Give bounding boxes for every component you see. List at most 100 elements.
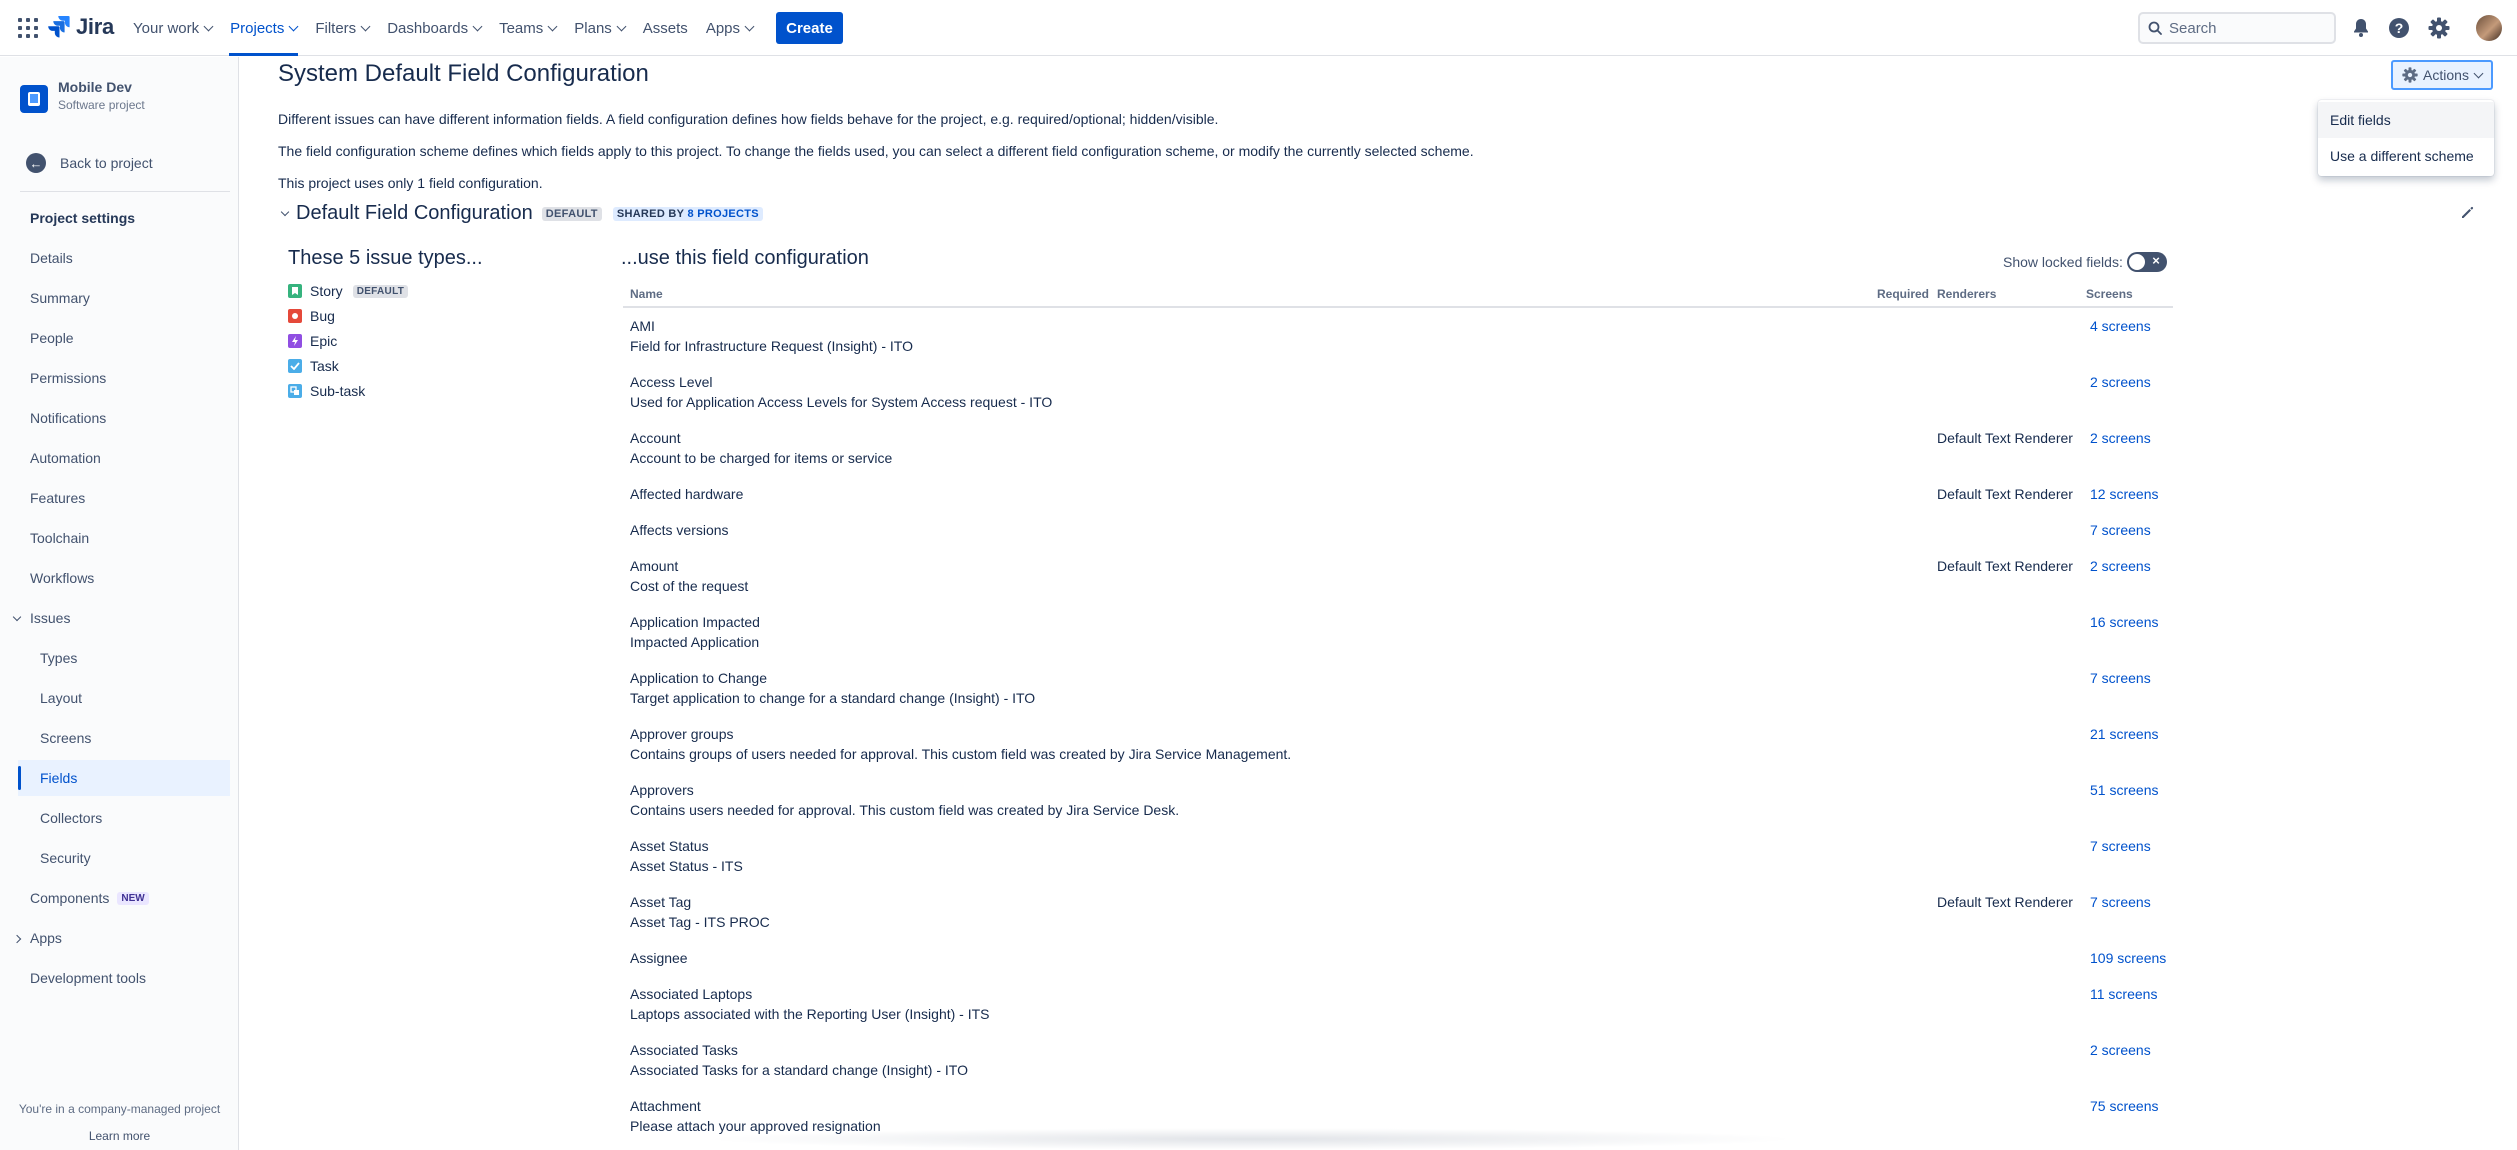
learn-more-link[interactable]: Learn more: [0, 1129, 239, 1143]
settings-gear-icon[interactable]: [2427, 16, 2451, 40]
description-paragraph: The field configuration scheme defines w…: [278, 143, 1474, 159]
sidebar-divider: [20, 191, 230, 192]
field-screens-link[interactable]: 12 screens: [2090, 486, 2158, 502]
field-name: Application to Change: [630, 670, 767, 686]
field-name: Asset Tag: [630, 894, 692, 910]
field-name: Approver groups: [630, 726, 734, 742]
column-header-name: Name: [630, 287, 663, 301]
field-renderer: Default Text Renderer: [1937, 430, 2073, 446]
sidebar-item-components[interactable]: Components NEW: [18, 880, 230, 916]
sidebar-item-summary[interactable]: Summary: [18, 280, 230, 316]
nav-apps[interactable]: Apps: [697, 0, 762, 56]
chevron-down-icon: [360, 21, 371, 31]
create-button[interactable]: Create: [776, 12, 843, 44]
field-screens-link[interactable]: 7 screens: [2090, 670, 2151, 686]
default-lozenge: DEFAULT: [352, 284, 409, 298]
field-screens-link[interactable]: 2 screens: [2090, 558, 2151, 574]
sidebar-item-development-tools[interactable]: Development tools: [18, 960, 230, 996]
sidebar-item-collectors[interactable]: Collectors: [18, 800, 230, 836]
chevron-down-icon: [616, 21, 627, 31]
scroll-fade-shadow: [700, 1128, 1800, 1150]
sidebar-item-workflows[interactable]: Workflows: [18, 560, 230, 596]
field-screens-link[interactable]: 2 screens: [2090, 374, 2151, 390]
back-to-project-link[interactable]: ← Back to project: [26, 153, 153, 173]
field-screens-link[interactable]: 16 screens: [2090, 614, 2158, 630]
field-name: Account: [630, 430, 681, 446]
field-name: Assignee: [630, 950, 688, 966]
field-screens-link[interactable]: 2 screens: [2090, 430, 2151, 446]
shared-projects-link[interactable]: 8 PROJECTS: [687, 208, 758, 220]
project-header[interactable]: Mobile Dev Software project: [20, 79, 145, 113]
chevron-down-icon: [203, 21, 214, 31]
nav-assets[interactable]: Assets: [634, 0, 697, 56]
collapse-chevron-icon[interactable]: [280, 207, 290, 217]
field-description: Contains users needed for approval. This…: [630, 802, 1180, 818]
field-screens-link[interactable]: 7 screens: [2090, 522, 2151, 538]
field-screens-link[interactable]: 4 screens: [2090, 318, 2151, 334]
chevron-down-icon: [472, 21, 483, 31]
nav-filters[interactable]: Filters: [306, 0, 378, 56]
field-screens-link[interactable]: 7 screens: [2090, 894, 2151, 910]
field-screens-link[interactable]: 75 screens: [2090, 1098, 2158, 1114]
field-screens-link[interactable]: 21 screens: [2090, 726, 2158, 742]
sidebar-item-toolchain[interactable]: Toolchain: [18, 520, 230, 556]
chevron-down-icon: [547, 21, 558, 31]
sidebar-item-security[interactable]: Security: [18, 840, 230, 876]
svg-text:?: ?: [2395, 20, 2404, 36]
menu-item-edit-fields[interactable]: Edit fields: [2318, 102, 2494, 138]
field-screens-link[interactable]: 51 screens: [2090, 782, 2158, 798]
app-switcher-icon[interactable]: [18, 18, 38, 38]
user-avatar[interactable]: [2476, 15, 2502, 41]
story-icon: [288, 284, 302, 298]
help-icon[interactable]: ?: [2387, 16, 2411, 40]
nav-teams[interactable]: Teams: [490, 0, 565, 56]
nav-label: Dashboards: [387, 19, 469, 37]
shared-by-lozenge: SHARED BY 8 PROJECTS: [612, 206, 763, 221]
field-screens-link[interactable]: 2 screens: [2090, 1042, 2151, 1058]
actions-button[interactable]: Actions: [2391, 60, 2493, 90]
nav-your-work[interactable]: Your work: [124, 0, 221, 56]
search-icon: [2148, 21, 2162, 35]
notifications-bell-icon[interactable]: [2349, 16, 2373, 40]
sidebar-item-details[interactable]: Details: [18, 240, 230, 276]
sidebar-item-fields[interactable]: Fields: [18, 760, 230, 796]
nav-projects[interactable]: Projects: [221, 0, 306, 56]
field-name: Amount: [630, 558, 679, 574]
sidebar-item-people[interactable]: People: [18, 320, 230, 356]
show-locked-toggle[interactable]: ×: [2126, 252, 2167, 272]
sidebar-item-apps[interactable]: Apps: [18, 920, 230, 956]
field-screens-link[interactable]: 7 screens: [2090, 838, 2151, 854]
sidebar-item-issues[interactable]: Issues: [18, 600, 230, 636]
field-description: Associated Tasks for a standard change (…: [630, 1062, 968, 1078]
edit-pencil-icon[interactable]: [2460, 206, 2474, 224]
field-description: Used for Application Access Levels for S…: [630, 394, 1053, 410]
sidebar-item-permissions[interactable]: Permissions: [18, 360, 230, 396]
nav-label: Projects: [230, 19, 285, 37]
sidebar-item-screens[interactable]: Screens: [18, 720, 230, 756]
field-screens-link[interactable]: 11 screens: [2090, 986, 2157, 1002]
nav-plans[interactable]: Plans: [565, 0, 634, 56]
menu-item-use-different-scheme[interactable]: Use a different scheme: [2318, 138, 2494, 174]
sidebar-item-automation[interactable]: Automation: [18, 440, 230, 476]
field-description: Target application to change for a stand…: [630, 690, 1036, 706]
sidebar-item-features[interactable]: Features: [18, 480, 230, 516]
search-box[interactable]: [2138, 12, 2336, 44]
sidebar-item-notifications[interactable]: Notifications: [18, 400, 230, 436]
field-name: Affected hardware: [630, 486, 744, 502]
search-input[interactable]: [2169, 19, 2329, 37]
jira-logo-icon: [48, 16, 70, 38]
nav-dashboards[interactable]: Dashboards: [378, 0, 490, 56]
project-sidebar: Mobile Dev Software project ← Back to pr…: [0, 57, 239, 1150]
field-description: Asset Tag - ITS PROC: [630, 914, 770, 930]
field-name: Access Level: [630, 374, 713, 390]
issue-types-title: These 5 issue types...: [288, 247, 483, 269]
shared-by-prefix: SHARED BY: [616, 207, 685, 220]
chevron-down-icon: [288, 21, 299, 31]
sidebar-item-layout[interactable]: Layout: [18, 680, 230, 716]
field-screens-link[interactable]: 109 screens: [2090, 950, 2166, 966]
arrow-left-icon: ←: [26, 153, 46, 173]
jira-logo[interactable]: Jira: [48, 14, 114, 40]
nav-label: Your work: [133, 19, 200, 37]
issue-type-story: Story DEFAULT: [288, 283, 409, 299]
sidebar-item-types[interactable]: Types: [18, 640, 230, 676]
